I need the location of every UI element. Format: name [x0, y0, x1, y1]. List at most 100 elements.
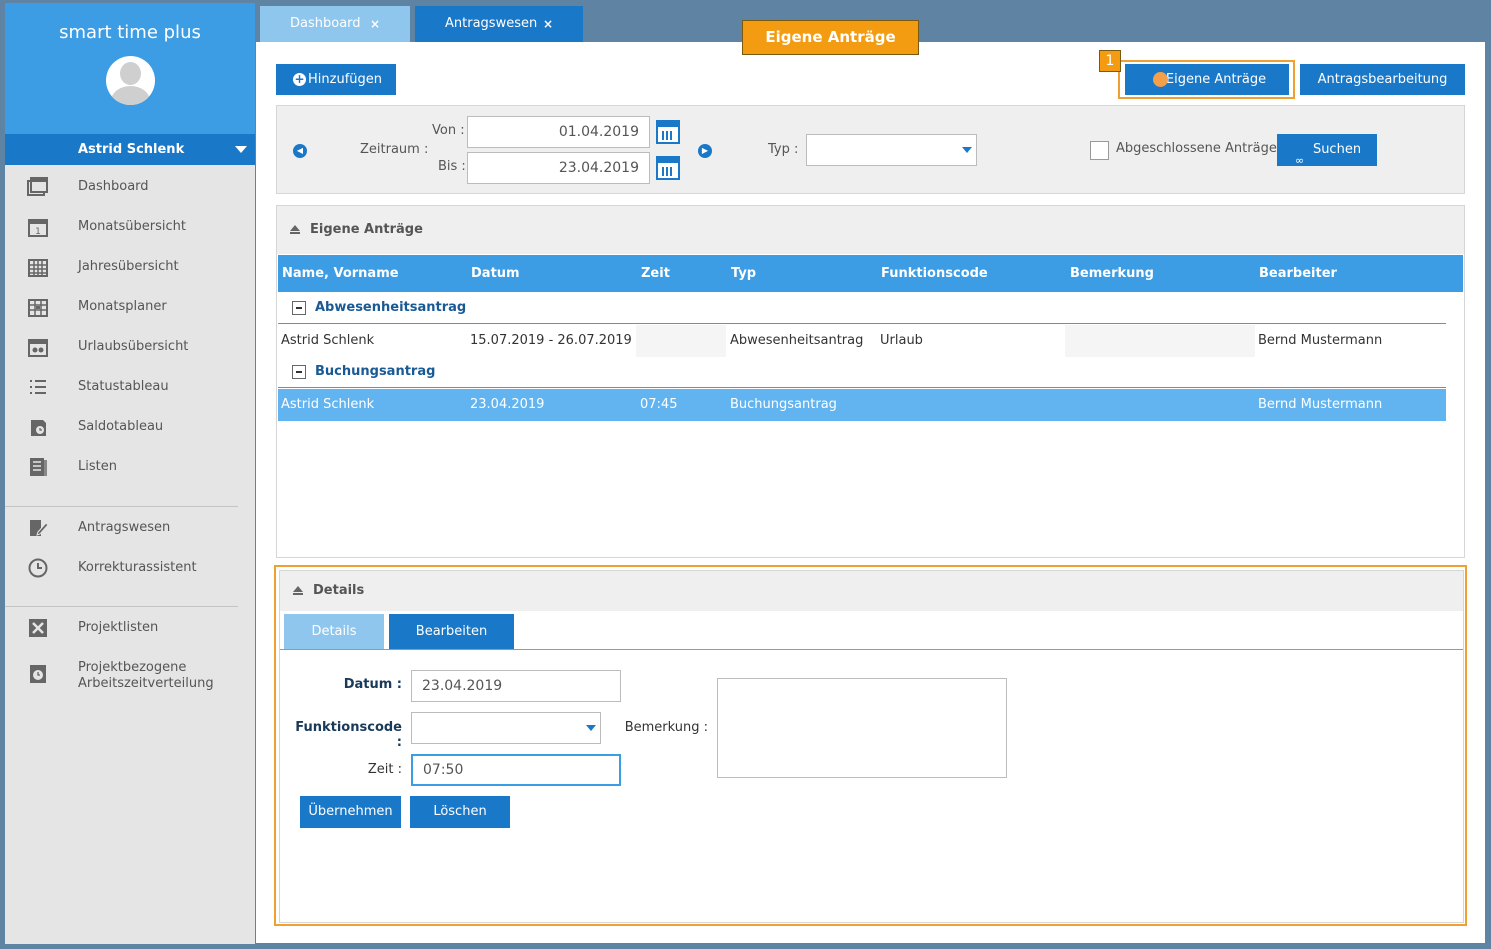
sidebar-item-listen[interactable]: Listen: [5, 447, 255, 487]
group-label: Buchungsantrag: [315, 364, 436, 379]
tab-details[interactable]: Details: [284, 614, 384, 649]
user-menu[interactable]: Astrid Schlenk: [5, 134, 255, 165]
tab-edit[interactable]: Bearbeiten: [389, 614, 514, 649]
calendar-icon[interactable]: [656, 156, 680, 180]
sidebar-item-antragswesen[interactable]: Antragswesen: [5, 508, 255, 548]
own-requests-button[interactable]: Eigene Anträge: [1125, 64, 1289, 95]
user-name: Astrid Schlenk: [78, 142, 185, 157]
cell-date: 23.04.2019: [470, 397, 545, 412]
group-row[interactable]: Buchungsantrag: [278, 356, 1446, 388]
completed-label: Abgeschlossene Anträge: [1116, 141, 1277, 156]
section-header[interactable]: Eigene Anträge: [277, 206, 1464, 254]
sidebar-item-label: Listen: [78, 459, 117, 474]
column-header[interactable]: Name, Vorname: [282, 255, 399, 292]
add-button[interactable]: + Hinzufügen: [276, 64, 396, 95]
sidebar-item-jahresuebersicht[interactable]: Jahresübersicht: [5, 247, 255, 287]
sidebar-item-monatsplaner[interactable]: Monatsplaner: [5, 287, 255, 327]
sidebar-item-statustableau[interactable]: Statustableau: [5, 367, 255, 407]
search-button[interactable]: ∞ Suchen: [1277, 134, 1377, 167]
details-section: Details Details Bearbeiten Datum : 23.04…: [279, 570, 1464, 923]
function-code-select[interactable]: [411, 712, 601, 744]
close-icon[interactable]: ×: [543, 6, 553, 42]
sidebar-item-projektlisten[interactable]: Projektlisten: [5, 608, 255, 648]
date-label: Datum :: [343, 677, 402, 692]
project-time-icon: [30, 665, 46, 683]
sidebar-item-label: Antragswesen: [78, 520, 171, 535]
sidebar-item-label: Projektlisten: [78, 620, 159, 635]
search-button-label: Suchen: [1312, 142, 1362, 157]
column-header[interactable]: Funktionscode: [881, 255, 988, 292]
sidebar-item-dashboard[interactable]: Dashboard: [5, 167, 255, 207]
remark-label: Bemerkung :: [624, 720, 708, 735]
clock-icon: [28, 558, 48, 578]
type-label: Typ :: [768, 142, 799, 157]
collapse-group-icon[interactable]: [292, 365, 306, 379]
cell-editor: Bernd Mustermann: [1258, 333, 1383, 348]
tab-dashboard[interactable]: Dashboard ×: [260, 6, 410, 42]
sidebar-item-monatsuebersicht[interactable]: 1 Monatsübersicht: [5, 207, 255, 247]
sidebar-item-label: Korrekturassistent: [78, 560, 197, 575]
details-form: Datum : 23.04.2019 Funktionscode : Zeit …: [280, 649, 1463, 924]
next-period-icon[interactable]: ▶: [698, 144, 712, 158]
column-header[interactable]: Bemerkung: [1070, 255, 1154, 292]
grid-header: Name, Vorname Datum Zeit Typ Funktionsco…: [278, 255, 1463, 292]
function-code-label: Funktionscode :: [295, 720, 402, 750]
callout-label: Eigene Anträge: [742, 20, 919, 55]
tools-icon: [29, 619, 47, 637]
sidebar-item-label: Urlaubsübersicht: [78, 339, 189, 354]
section-title: Eigene Anträge: [310, 222, 423, 237]
to-label: Bis :: [438, 159, 466, 174]
sidebar-item-label: Monatsübersicht: [78, 219, 186, 234]
section-header[interactable]: Details: [280, 571, 1463, 611]
column-header[interactable]: Zeit: [641, 255, 670, 292]
time-label: Zeit :: [367, 762, 402, 777]
filter-bar: ◀ Zeitraum : Von : 01.04.2019 Bis : 23.0…: [276, 105, 1465, 194]
cell-time: 07:45: [640, 397, 678, 412]
chevron-down-icon: [235, 146, 247, 153]
column-header[interactable]: Bearbeiter: [1259, 255, 1337, 292]
time-input[interactable]: 07:50: [411, 754, 621, 786]
sidebar-item-label: Monatsplaner: [78, 299, 167, 314]
remark-textarea[interactable]: [717, 678, 1007, 778]
planner-icon: [28, 299, 48, 317]
calendar-icon[interactable]: [656, 120, 680, 144]
date-input[interactable]: 23.04.2019: [411, 670, 621, 702]
table-row[interactable]: Astrid Schlenk 23.04.2019 07:45 Buchungs…: [278, 389, 1446, 421]
plus-icon: +: [293, 72, 306, 86]
section-title: Details: [313, 583, 365, 598]
group-row[interactable]: Abwesenheitsantrag: [278, 292, 1446, 324]
tab-antragswesen[interactable]: Antragswesen ×: [415, 6, 583, 42]
sidebar-item-urlaubsuebersicht[interactable]: Urlaubsübersicht: [5, 327, 255, 367]
collapse-icon: [290, 225, 300, 234]
own-requests-label: Eigene Anträge: [1165, 72, 1267, 87]
sidebar: smart time plus Astrid Schlenk Dashboard…: [5, 3, 255, 944]
delete-button[interactable]: Löschen: [410, 796, 510, 828]
sidebar-item-projektzeit[interactable]: Projektbezogene Arbeitszeitverteilung: [5, 648, 255, 700]
close-icon[interactable]: ×: [370, 6, 380, 42]
lists-icon: [30, 458, 47, 476]
svg-text:1: 1: [35, 227, 41, 237]
sidebar-item-korrekturassistent[interactable]: Korrekturassistent: [5, 548, 255, 588]
cell-type: Buchungsantrag: [730, 397, 837, 412]
to-date-input[interactable]: 23.04.2019: [467, 152, 650, 184]
column-header[interactable]: Datum: [471, 255, 520, 292]
sidebar-header: smart time plus: [5, 3, 255, 134]
edit-request-icon: [30, 520, 49, 536]
cell-name: Astrid Schlenk: [281, 333, 375, 348]
completed-checkbox[interactable]: [1090, 141, 1109, 160]
collapse-group-icon[interactable]: [292, 301, 306, 315]
binoculars-icon: ∞: [1295, 154, 1305, 167]
table-row[interactable]: Astrid Schlenk 15.07.2019 - 26.07.2019 A…: [278, 325, 1446, 357]
request-processing-button[interactable]: Antragsbearbeitung: [1300, 64, 1465, 95]
calendar-month-icon: 1: [28, 219, 48, 237]
from-date-input[interactable]: 01.04.2019: [467, 116, 650, 148]
chevron-down-icon: [586, 725, 596, 731]
add-button-label: Hinzufügen: [308, 72, 382, 87]
column-header[interactable]: Typ: [731, 255, 756, 292]
sidebar-item-saldotableau[interactable]: Saldotableau: [5, 407, 255, 447]
prev-period-icon[interactable]: ◀: [293, 144, 307, 158]
group-label: Abwesenheitsantrag: [315, 300, 467, 315]
apply-button[interactable]: Übernehmen: [300, 796, 401, 828]
type-select[interactable]: [806, 134, 977, 166]
chevron-down-icon: [962, 147, 972, 153]
